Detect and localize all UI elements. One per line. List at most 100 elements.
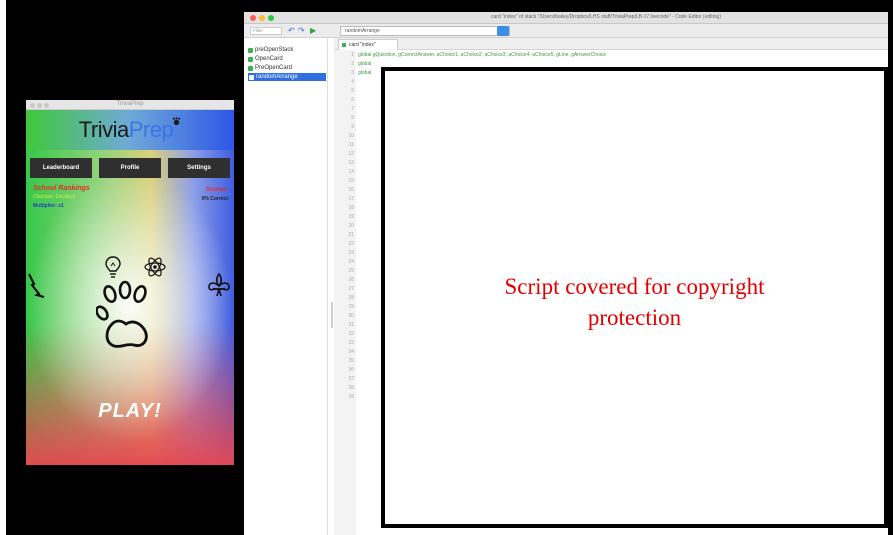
script-item-label: OpenCard	[255, 56, 283, 62]
settings-button[interactable]: Settings	[168, 158, 230, 178]
logo-prep: Prep	[128, 117, 174, 142]
code-line[interactable]: global	[358, 70, 371, 76]
background-right	[888, 12, 893, 535]
app-nav: Leaderboard Profile Settings	[26, 158, 234, 178]
background-top	[244, 0, 893, 12]
line-number: 34	[348, 349, 354, 355]
line-number: 10	[348, 133, 354, 139]
lightning-icon[interactable]	[26, 272, 48, 298]
scores-title: Scores:	[205, 187, 228, 193]
line-number: 14	[348, 169, 354, 175]
tab-label: card "index"	[349, 42, 376, 48]
line-number: 1	[351, 52, 354, 58]
line-number: 39	[348, 394, 354, 400]
screen: { "phone": { "window_title": "TriviaPrep…	[0, 0, 893, 535]
editor-window-title: card "index" of stack "/Users/bailey/Dro…	[491, 14, 721, 20]
app-logo: TriviaPrep	[26, 117, 234, 143]
line-number: 21	[348, 232, 354, 238]
line-number: 4	[351, 79, 354, 85]
line-number-gutter	[334, 50, 356, 535]
line-number: 32	[348, 331, 354, 337]
script-item-selected[interactable]: randomArrange	[248, 73, 326, 81]
code-line[interactable]: global gQuestion, gCorrectAnswer, aChoic…	[358, 52, 606, 58]
lightbulb-icon[interactable]	[104, 255, 122, 279]
paw-logo-icon	[172, 117, 181, 126]
line-number: 9	[351, 124, 354, 130]
line-number: 25	[348, 268, 354, 274]
script-item-label: PreOpenCard	[255, 65, 293, 71]
chevron-down-icon[interactable]	[497, 26, 509, 36]
line-number: 13	[348, 160, 354, 166]
line-number: 18	[348, 205, 354, 211]
editor-tab-bar: card "index"	[334, 38, 888, 50]
line-number: 27	[348, 286, 354, 292]
handler-icon	[248, 47, 253, 53]
leaderboard-button[interactable]: Leaderboard	[30, 158, 92, 178]
line-number: 7	[351, 106, 354, 112]
script-item-label: randomArrange	[256, 74, 298, 80]
line-number: 11	[348, 142, 354, 148]
app-window-titlebar: TriviaPrep	[26, 100, 234, 110]
line-number: 29	[348, 304, 354, 310]
line-number: 36	[348, 367, 354, 373]
line-number: 31	[348, 322, 354, 328]
line-number: 19	[348, 214, 354, 220]
line-number: 23	[348, 250, 354, 256]
line-number: 38	[348, 385, 354, 391]
line-number: 12	[348, 151, 354, 157]
logo-trivia: Trivia	[78, 117, 129, 142]
line-number: 33	[348, 340, 354, 346]
filter-input[interactable]: Filter	[250, 27, 282, 35]
line-number: 28	[348, 295, 354, 301]
script-item[interactable]: OpenCard	[248, 55, 283, 63]
atom-icon[interactable]	[144, 256, 166, 278]
line-number: 15	[348, 178, 354, 184]
line-number: 26	[348, 277, 354, 283]
handler-select[interactable]: randomArrange	[340, 26, 510, 36]
app-window-title: TriviaPrep	[116, 101, 144, 107]
handler-icon	[248, 65, 253, 71]
handler-icon	[249, 74, 254, 80]
profile-button[interactable]: Profile	[99, 158, 161, 178]
script-item[interactable]: PreOpenCard	[248, 64, 292, 72]
multiplier-label: Multiplier: x1	[33, 203, 64, 209]
copyright-cover: Script covered for copyright protection	[381, 67, 888, 528]
line-number: 16	[348, 187, 354, 193]
line-number: 20	[348, 223, 354, 229]
app-window: TriviaPrep TriviaPrep Leaderboard Profil…	[26, 100, 234, 465]
line-number: 22	[348, 241, 354, 247]
copyright-notice-line-2: protection	[587, 305, 682, 330]
scores-value: 0% Correct	[201, 196, 228, 202]
line-number: 8	[351, 115, 354, 121]
pane-splitter[interactable]	[331, 302, 333, 328]
line-number: 3	[351, 70, 354, 76]
zoom-dot[interactable]	[268, 15, 274, 21]
school-rankings-value: Choctaw: 1st place	[33, 194, 76, 200]
script-item-label: preOpenStack	[255, 47, 294, 53]
close-dot[interactable]	[250, 15, 256, 21]
paw-print-icon[interactable]	[96, 280, 154, 352]
card-icon	[342, 43, 346, 47]
line-number: 35	[348, 358, 354, 364]
line-number: 24	[348, 259, 354, 265]
tab-card-index[interactable]: card "index"	[338, 39, 398, 50]
line-number: 6	[351, 97, 354, 103]
back-arrow-icon[interactable]: ↶	[288, 26, 295, 35]
run-icon[interactable]: ▶	[310, 26, 316, 35]
school-rankings-title: School Rankings	[33, 185, 90, 192]
play-button[interactable]: PLAY!	[26, 400, 234, 423]
copyright-notice-line-1: Script covered for copyright	[504, 274, 765, 299]
line-number: 30	[348, 313, 354, 319]
code-line[interactable]: global	[358, 61, 371, 67]
forward-arrow-icon[interactable]: ↷	[298, 26, 305, 35]
minimize-dot[interactable]	[259, 15, 265, 21]
fleur-de-lis-icon[interactable]	[206, 272, 232, 298]
copyright-notice: Script covered for copyright protection	[385, 271, 884, 333]
script-item[interactable]: preOpenStack	[248, 46, 293, 54]
line-number: 5	[351, 88, 354, 94]
script-list: preOpenStack OpenCard PreOpenCard random…	[244, 38, 328, 535]
editor-titlebar: card "index" of stack "/Users/bailey/Dro…	[244, 12, 888, 24]
editor-toolbar: Filter ↶ ↷ ▶ randomArrange	[244, 24, 888, 38]
handler-icon	[248, 56, 253, 62]
line-number: 17	[348, 196, 354, 202]
